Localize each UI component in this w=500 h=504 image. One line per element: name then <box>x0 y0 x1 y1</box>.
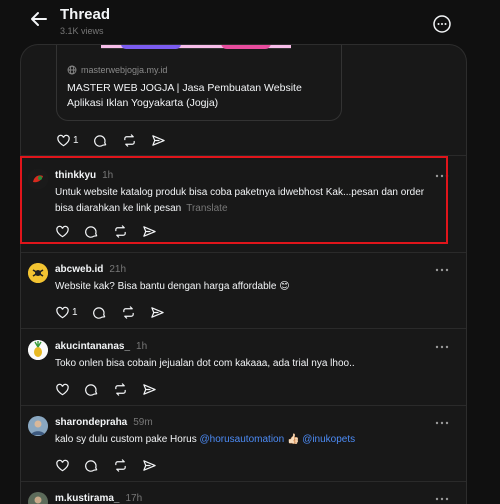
avatar[interactable] <box>28 340 48 360</box>
comment-button[interactable] <box>84 458 99 473</box>
divider <box>21 155 466 156</box>
divider <box>21 328 466 329</box>
post-text: kalo sy dulu custom pake Horus <box>55 434 200 445</box>
mention-link[interactable]: @horusautomation <box>200 434 285 445</box>
heart-icon <box>56 459 69 472</box>
heart-icon <box>57 134 70 147</box>
repost-button[interactable] <box>121 305 136 320</box>
thread-header: Thread 3.1K views <box>0 0 500 44</box>
repost-icon <box>115 225 126 238</box>
comment-icon <box>92 307 105 319</box>
heart-icon <box>56 225 69 238</box>
username[interactable]: akucintananas_ <box>55 341 130 352</box>
like-button[interactable] <box>55 382 70 397</box>
translate-link[interactable]: Translate <box>186 203 227 214</box>
repost-icon <box>122 306 134 319</box>
repost-icon <box>123 134 135 147</box>
timestamp: 1h <box>102 170 114 181</box>
page-title: Thread <box>60 6 111 23</box>
post-text: Website kak? Bisa bantu dengan harga aff… <box>55 281 290 292</box>
comment-button[interactable] <box>92 305 107 320</box>
like-button[interactable] <box>55 458 70 473</box>
link-title: MASTER WEB JOGJA | Jasa Pembuatan Websit… <box>67 82 302 109</box>
mention-link[interactable]: @inukopets <box>302 434 355 445</box>
divider <box>21 252 466 253</box>
action-bar <box>55 224 171 239</box>
post-text: Untuk website katalog produk bisa coba p… <box>55 187 425 214</box>
share-button[interactable] <box>151 133 166 148</box>
timestamp: 1h <box>136 341 148 352</box>
timestamp: 59m <box>133 417 153 428</box>
username[interactable]: abcweb.id <box>55 264 103 275</box>
divider <box>21 405 466 406</box>
username[interactable]: sharondepraha <box>55 417 127 428</box>
action-bar: 1 <box>56 133 180 148</box>
timestamp: 17h <box>125 493 143 504</box>
comment-icon <box>85 226 98 238</box>
share-button[interactable] <box>142 382 157 397</box>
repost-icon <box>115 383 126 396</box>
repost-button[interactable] <box>113 224 128 239</box>
comment-icon <box>85 460 98 472</box>
repost-icon <box>115 459 126 472</box>
share-icon <box>151 135 165 146</box>
comment-button[interactable] <box>93 133 108 148</box>
comment-button[interactable] <box>84 382 99 397</box>
share-icon <box>150 307 164 318</box>
comment-button[interactable] <box>84 224 99 239</box>
back-arrow-icon[interactable] <box>28 8 50 30</box>
share-button[interactable] <box>142 224 157 239</box>
comment-icon <box>85 384 98 396</box>
like-count: 1 <box>73 135 79 146</box>
thread-feed[interactable]: masterwebjogja.my.id MASTER WEB JOGJA | … <box>20 44 467 504</box>
post-text: 👍🏻 <box>284 434 303 445</box>
share-button[interactable] <box>150 305 165 320</box>
avatar[interactable] <box>28 169 48 189</box>
link-preview-image <box>101 45 291 49</box>
like-button[interactable]: 1 <box>55 305 78 320</box>
share-icon <box>143 460 156 471</box>
share-icon <box>143 384 156 395</box>
more-dots-icon[interactable] <box>434 265 450 275</box>
more-dots-icon[interactable] <box>434 418 450 428</box>
more-dots-icon[interactable] <box>434 171 450 181</box>
heart-icon <box>56 383 69 396</box>
like-button[interactable] <box>55 224 70 239</box>
more-circle-icon[interactable] <box>432 14 452 34</box>
more-dots-icon[interactable] <box>434 494 450 504</box>
repost-button[interactable] <box>113 382 128 397</box>
view-count: 3.1K views <box>60 26 104 36</box>
link-url: masterwebjogja.my.id <box>81 65 168 75</box>
globe-icon <box>67 65 77 75</box>
action-bar <box>55 458 171 473</box>
more-dots-icon[interactable] <box>434 342 450 352</box>
divider <box>21 481 466 482</box>
avatar[interactable] <box>28 263 48 283</box>
link-preview-card[interactable]: masterwebjogja.my.id MASTER WEB JOGJA | … <box>56 45 342 121</box>
action-bar <box>55 382 171 397</box>
heart-icon <box>56 306 69 319</box>
comment-icon <box>93 135 106 147</box>
timestamp: 21h <box>109 264 127 275</box>
action-bar: 1 <box>55 305 179 320</box>
avatar[interactable] <box>28 416 48 436</box>
username[interactable]: m.kustirama_ <box>55 493 119 504</box>
share-button[interactable] <box>142 458 157 473</box>
username[interactable]: thinkkyu <box>55 170 96 181</box>
repost-button[interactable] <box>113 458 128 473</box>
like-count: 1 <box>72 307 78 318</box>
post-text: Toko onlen bisa cobain jejualan dot com … <box>55 358 355 369</box>
like-button[interactable]: 1 <box>56 133 79 148</box>
repost-button[interactable] <box>122 133 137 148</box>
share-icon <box>143 226 156 237</box>
avatar[interactable] <box>28 492 48 504</box>
